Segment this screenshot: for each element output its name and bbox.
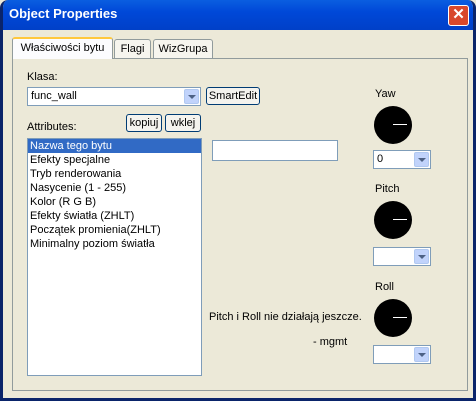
roll-dropdown[interactable] [373,345,431,364]
window-title: Object Properties [9,6,118,21]
close-button[interactable]: ✕ [448,5,469,26]
chevron-down-icon[interactable] [414,347,429,362]
note-text: Pitch i Roll nie działają jeszcze. [209,311,362,323]
list-item[interactable]: Nasycenie (1 - 255) [28,181,201,195]
chevron-down-icon[interactable] [414,249,429,264]
klasa-value: func_wall [31,90,77,102]
yaw-label: Yaw [375,88,396,100]
signature-text: - mgmt [313,336,348,348]
list-item[interactable]: Efekty specjalne [28,153,201,167]
pitch-dropdown[interactable] [373,247,431,266]
list-item[interactable]: Efekty światła (ZHLT) [28,209,201,223]
klasa-label: Klasa: [27,71,58,83]
list-item[interactable]: Tryb renderowania [28,167,201,181]
attributes-list[interactable]: Nazwa tego bytu Efekty specjalne Tryb re… [27,138,202,376]
list-item[interactable]: Kolor (R G B) [28,195,201,209]
list-item[interactable]: Minimalny poziom światła [28,237,201,251]
smartedit-button[interactable]: SmartEdit [206,87,260,105]
kopiuj-button[interactable]: kopiuj [126,114,162,132]
object-properties-window: Object Properties ✕ Właściwości bytu Fla… [0,0,476,401]
title-bar[interactable]: Object Properties ✕ [3,0,473,30]
yaw-dropdown[interactable]: 0 [373,150,431,169]
tab-flagi[interactable]: Flagi [114,39,151,59]
tab-wizgrupa[interactable]: WizGrupa [153,39,213,59]
yaw-value: 0 [377,153,384,165]
chevron-down-icon[interactable] [414,152,429,167]
list-item[interactable]: Nazwa tego bytu [28,139,201,153]
tab-wlasciwosci-bytu[interactable]: Właściwości bytu [12,37,113,59]
wklej-button[interactable]: wklej [165,114,201,132]
klasa-dropdown[interactable]: func_wall [27,87,201,106]
roll-dial[interactable] [374,299,412,337]
roll-label: Roll [375,281,394,293]
attributes-label: Attributes: [27,121,77,133]
pitch-label: Pitch [375,183,400,195]
list-item[interactable]: Początek promienia(ZHLT) [28,223,201,237]
pitch-dial[interactable] [374,201,412,239]
yaw-dial[interactable] [374,106,412,144]
attribute-value-input[interactable] [212,140,338,161]
chevron-down-icon[interactable] [184,89,199,104]
